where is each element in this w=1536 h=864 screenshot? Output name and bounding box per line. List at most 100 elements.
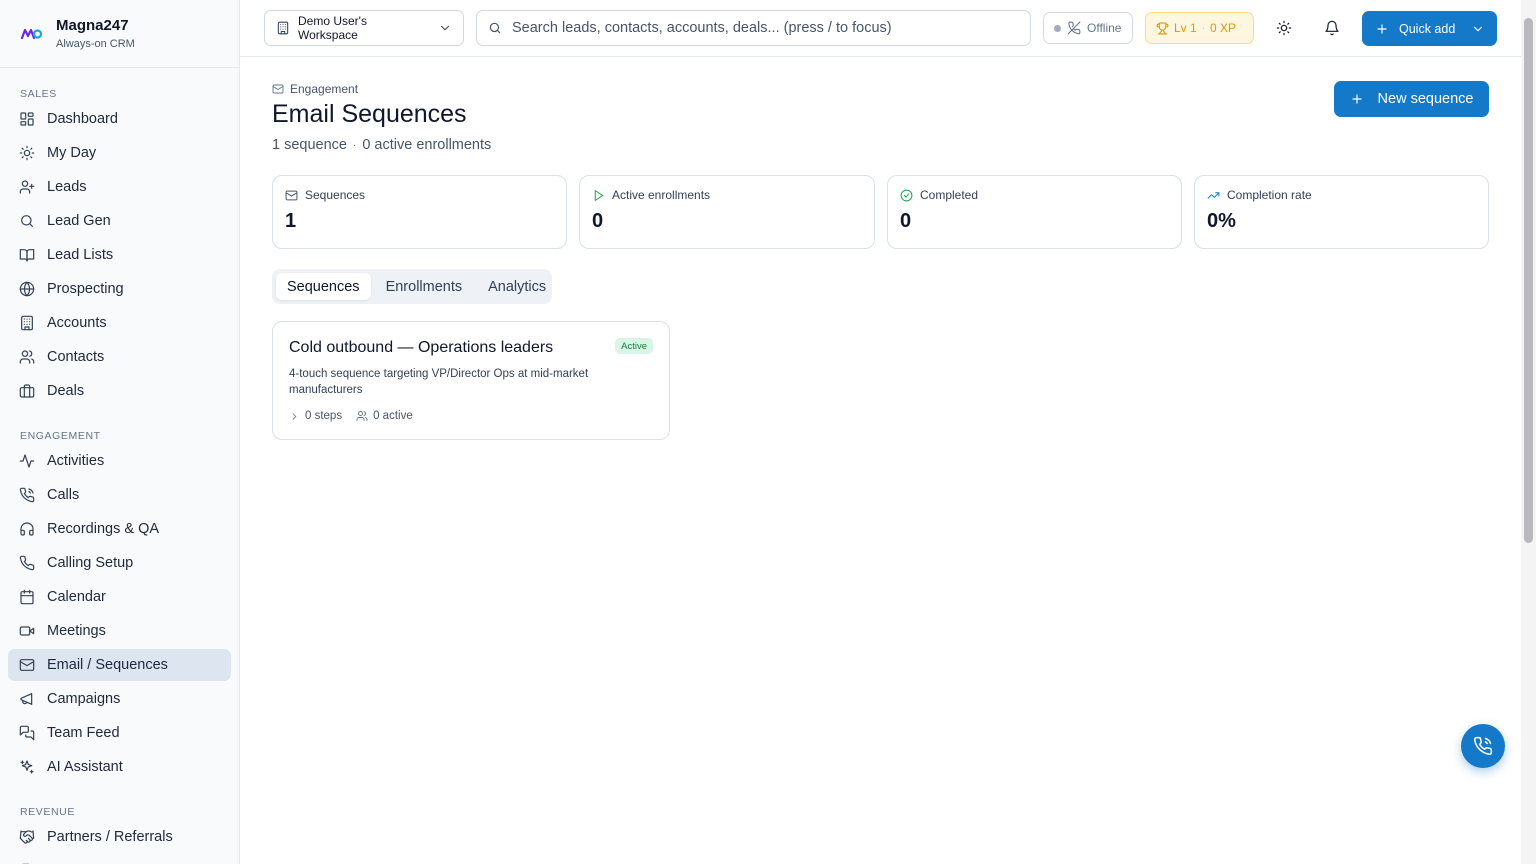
stat-value: 0	[592, 210, 604, 232]
brand-tagline: Always-on CRM	[56, 38, 135, 50]
sun-icon	[19, 145, 35, 161]
chevron-right-icon	[289, 411, 300, 422]
calendar-icon	[19, 589, 35, 605]
phone-call-icon	[19, 487, 35, 503]
sidebar-item-accounts[interactable]: Accounts	[8, 307, 231, 339]
sidebar-item-meetings[interactable]: Meetings	[8, 615, 231, 647]
sidebar-item-label: Accounts	[47, 315, 107, 331]
sequence-steps: 0 steps	[305, 410, 343, 422]
users-icon	[356, 410, 368, 422]
sidebar-item-email-sequences[interactable]: Email / Sequences	[8, 649, 231, 681]
status-badge: Active	[615, 338, 653, 354]
sidebar-item-contacts[interactable]: Contacts	[8, 341, 231, 373]
workspace-switcher[interactable]: Demo User's Workspace	[264, 10, 464, 46]
mail-icon	[19, 657, 35, 673]
phone-off-icon	[1067, 21, 1081, 35]
level-label: Lv 1	[1174, 21, 1197, 35]
sequence-title: Cold outbound — Operations leaders	[289, 339, 554, 356]
stat-value: 0%	[1207, 210, 1236, 232]
sequence-card[interactable]: Cold outbound — Operations leaders Active…	[272, 321, 670, 440]
stat-value: 0	[900, 210, 912, 232]
sidebar-item-proposals-quotes[interactable]: Proposals / Quotes	[8, 855, 231, 864]
stat-label: Completed	[920, 188, 979, 202]
quick-add-button[interactable]: Quick add	[1362, 11, 1497, 46]
new-sequence-button[interactable]: New sequence	[1334, 81, 1489, 117]
sequence-active: 0 active	[373, 410, 413, 422]
dialer-fab[interactable]	[1461, 724, 1505, 768]
breadcrumb: Engagement	[272, 82, 358, 96]
sidebar-item-label: AI Assistant	[47, 759, 123, 775]
sidebar-item-label: Recordings & QA	[47, 521, 160, 537]
search-input[interactable]	[512, 20, 1019, 36]
sidebar-item-label: Campaigns	[47, 691, 121, 707]
sidebar-item-calls[interactable]: Calls	[8, 479, 231, 511]
stat-card-completed: Completed 0	[887, 175, 1182, 249]
global-search[interactable]	[476, 10, 1031, 46]
stat-card-active-enrollments: Active enrollments 0	[579, 175, 875, 249]
connection-status[interactable]: Offline	[1043, 12, 1133, 44]
plus-icon	[1350, 92, 1364, 106]
dashboard-icon	[19, 111, 35, 127]
sidebar-item-team-feed[interactable]: Team Feed	[8, 717, 231, 749]
sidebar-item-lead-gen[interactable]: Lead Gen	[8, 205, 231, 237]
sidebar-item-activities[interactable]: Activities	[8, 445, 231, 477]
scrollbar-thumb[interactable]	[1524, 18, 1533, 543]
sidebar-item-recordings-qa[interactable]: Recordings & QA	[8, 513, 231, 545]
sidebar-item-label: Lead Lists	[47, 247, 114, 263]
play-icon	[592, 189, 605, 202]
section-label-1: ENGAGEMENT	[20, 430, 101, 442]
sidebar-item-my-day[interactable]: My Day	[8, 137, 231, 169]
sidebar-item-label: Activities	[47, 453, 105, 469]
tab-analytics[interactable]: Analytics	[477, 273, 557, 300]
sidebar-item-campaigns[interactable]: Campaigns	[8, 683, 231, 715]
page-subtitle: 1 sequence · 0 active enrollments	[272, 137, 492, 153]
sidebar-item-calendar[interactable]: Calendar	[8, 581, 231, 613]
status-label: Offline	[1087, 21, 1122, 35]
sidebar-item-leads[interactable]: Leads	[8, 171, 231, 203]
building-icon	[19, 315, 35, 331]
sidebar-item-label: Calling Setup	[47, 555, 134, 571]
chevron-down-icon	[438, 21, 452, 35]
tab-sequences[interactable]: Sequences	[276, 273, 371, 300]
megaphone-icon	[19, 691, 35, 707]
plus-icon	[1375, 22, 1389, 36]
topbar: Demo User's Workspace Offline Lv 1 · 0 X…	[240, 0, 1521, 57]
brand[interactable]: Magna247 Always-on CRM	[0, 0, 239, 68]
quick-add-label: Quick add	[1399, 21, 1456, 36]
sidebar-item-lead-lists[interactable]: Lead Lists	[8, 239, 231, 271]
sidebar-item-label: My Day	[47, 145, 97, 161]
chevron-down-icon[interactable]	[1471, 22, 1485, 36]
sidebar-item-ai-assistant[interactable]: AI Assistant	[8, 751, 231, 783]
brand-name: Magna247	[56, 17, 129, 34]
phone-icon	[19, 555, 35, 571]
sidebar-item-calling-setup[interactable]: Calling Setup	[8, 547, 231, 579]
users-icon	[19, 349, 35, 365]
theme-toggle[interactable]	[1270, 14, 1298, 42]
search-icon	[488, 21, 502, 35]
section-label-2: REVENUE	[20, 806, 75, 818]
sidebar-item-label: Meetings	[47, 623, 106, 639]
mail-icon	[285, 189, 298, 202]
status-dot	[1054, 24, 1061, 32]
xp-label: 0 XP	[1210, 21, 1237, 35]
bell-icon	[1324, 20, 1340, 36]
stat-label: Sequences	[305, 188, 366, 202]
sidebar-item-label: Dashboard	[47, 111, 118, 127]
gamification-badge[interactable]: Lv 1 · 0 XP	[1145, 12, 1254, 44]
sidebar-item-prospecting[interactable]: Prospecting	[8, 273, 231, 305]
sidebar-item-label: Email / Sequences	[47, 657, 168, 673]
notifications-button[interactable]	[1318, 14, 1346, 42]
sidebar-item-partners-referrals[interactable]: Partners / Referrals	[8, 821, 231, 853]
sidebar-item-deals[interactable]: Deals	[8, 375, 231, 407]
activity-icon	[19, 453, 35, 469]
breadcrumb-label: Engagement	[290, 82, 359, 96]
sidebar-item-dashboard[interactable]: Dashboard	[8, 103, 231, 135]
sidebar-nav: SALES Dashboard My Day Leads Lead Gen Lead Li…	[0, 80, 239, 864]
workspace-name: Demo User's Workspace	[298, 14, 367, 42]
tab-enrollments[interactable]: Enrollments	[375, 273, 474, 300]
trophy-icon	[1156, 22, 1169, 35]
sparkles-icon	[19, 759, 35, 775]
mail-icon	[272, 83, 284, 95]
handshake-icon	[19, 829, 35, 845]
page-title: Email Sequences	[272, 100, 467, 128]
